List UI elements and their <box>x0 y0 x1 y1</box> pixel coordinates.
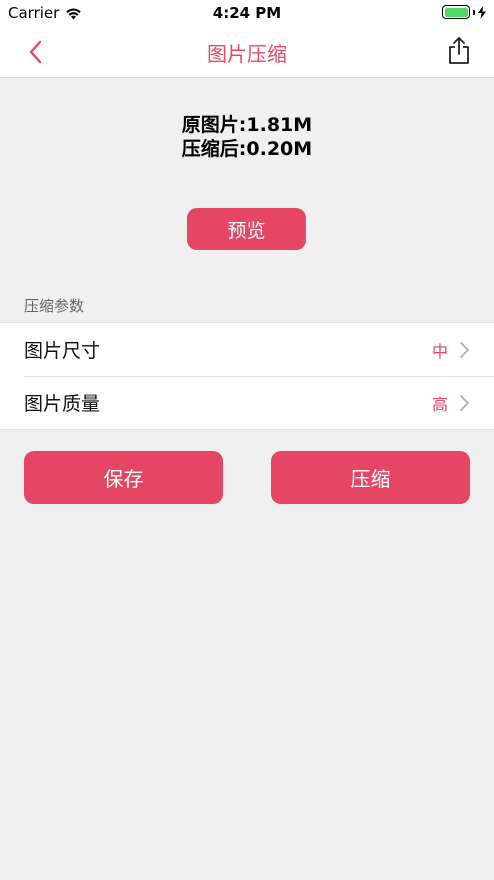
battery-fill <box>444 7 468 17</box>
setting-row-quality[interactable]: 图片质量 高 <box>0 376 494 429</box>
chevron-right-icon <box>460 394 469 411</box>
battery-tip <box>473 9 475 15</box>
size-info: 原图片:1.81M 压缩后:0.20M <box>0 113 494 161</box>
status-time: 4:24 PM <box>212 4 282 22</box>
original-size-text: 原图片:1.81M <box>181 114 313 136</box>
setting-row-size[interactable]: 图片尺寸 中 <box>0 323 494 376</box>
settings-list: 图片尺寸 中 图片质量 高 <box>0 322 494 430</box>
save-button[interactable]: 保存 <box>24 451 223 504</box>
compressed-size-text: 压缩后:0.20M <box>181 138 313 160</box>
preview-button[interactable]: 预览 <box>187 208 306 250</box>
page-title: 图片压缩 <box>207 42 287 66</box>
setting-label: 图片尺寸 <box>24 340 101 362</box>
share-icon[interactable] <box>446 36 472 66</box>
setting-label: 图片质量 <box>24 393 101 415</box>
navigation-bar: 图片压缩 <box>0 26 494 78</box>
battery-icon <box>442 5 470 19</box>
setting-value: 高 <box>431 394 448 414</box>
chevron-right-icon <box>460 341 469 358</box>
charging-bolt-icon <box>478 5 486 19</box>
section-label: 压缩参数 <box>24 297 85 315</box>
setting-value: 中 <box>431 341 448 361</box>
compress-button[interactable]: 压缩 <box>271 451 470 504</box>
status-right <box>442 5 486 19</box>
status-bar: Carrier 4:24 PM <box>0 0 494 26</box>
